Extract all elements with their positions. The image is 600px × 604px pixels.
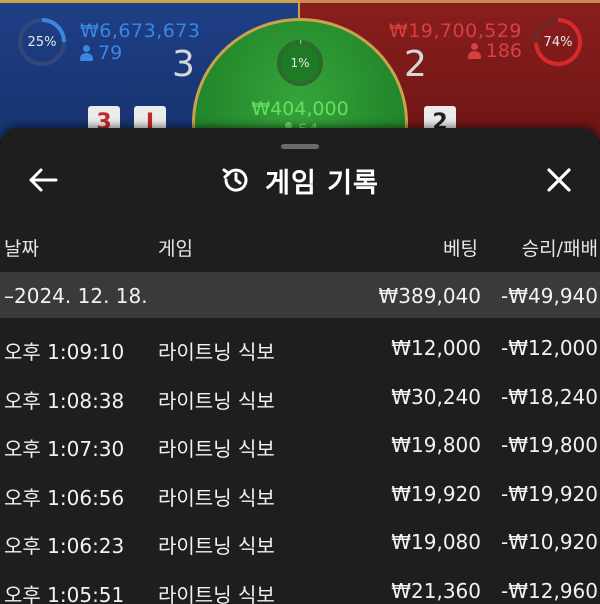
row-time: 오후 1:07:30 xyxy=(4,437,125,461)
banker-bettors: 186 xyxy=(467,40,522,62)
player-bettor-count: 79 xyxy=(98,42,123,64)
history-row[interactable]: 오후 1:05:51 라이트닝 식보 ₩21,360 -₩12,960 xyxy=(0,567,600,604)
tie-percent-ring: 1% xyxy=(275,38,325,88)
player-score: 3 xyxy=(172,44,195,85)
game-board: 25% ₩6,673,673 79 3 74% ₩19,700,529 186 … xyxy=(0,0,600,140)
close-button[interactable] xyxy=(538,160,580,200)
page-title: 게임 기록 xyxy=(265,167,379,199)
history-row[interactable]: 오후 1:06:56 라이트닝 식보 ₩19,920 -₩19,920 xyxy=(0,470,600,519)
row-bet: ₩19,800 xyxy=(391,433,481,457)
person-icon xyxy=(467,43,481,59)
row-game: 라이트닝 식보 xyxy=(158,437,275,461)
row-game: 라이트닝 식보 xyxy=(158,340,275,364)
history-list: 오후 1:09:10 라이트닝 식보 ₩12,000 -₩12,000 오후 1… xyxy=(0,324,600,604)
player-percent-ring: 25% xyxy=(16,16,68,68)
player-bettors: 79 xyxy=(80,42,122,64)
game-history-sheet: 게임 기록 날짜 게임 베팅 승리/패배 –2024. 12. 18. ₩389… xyxy=(0,128,600,604)
row-game: 라이트닝 식보 xyxy=(158,582,275,604)
column-header-game: 게임 xyxy=(158,238,193,260)
banker-percent: 74% xyxy=(543,34,573,50)
row-time: 오후 1:09:10 xyxy=(4,340,125,364)
row-result: -₩18,240 xyxy=(501,384,598,409)
row-bet: ₩19,080 xyxy=(391,530,481,554)
history-row[interactable]: 오후 1:07:30 라이트닝 식보 ₩19,800 -₩19,800 xyxy=(0,421,600,470)
board-border-right xyxy=(300,0,600,3)
date-group-label: –2024. 12. 18. xyxy=(4,284,148,308)
sheet-header: 게임 기록 xyxy=(0,158,600,202)
history-row[interactable]: 오후 1:09:10 라이트닝 식보 ₩12,000 -₩12,000 xyxy=(0,324,600,373)
column-header-date: 날짜 xyxy=(4,238,39,260)
player-bet-total: ₩6,673,673 xyxy=(80,20,201,42)
row-time: 오후 1:08:38 xyxy=(4,388,125,413)
column-header-bet: 베팅 xyxy=(443,238,478,260)
row-game: 라이트닝 식보 xyxy=(158,485,275,510)
row-result: -₩19,920 xyxy=(501,481,598,506)
tie-percent: 1% xyxy=(290,56,310,70)
player-percent: 25% xyxy=(27,34,57,50)
row-result: -₩19,800 xyxy=(501,433,598,457)
history-row[interactable]: 오후 1:08:38 라이트닝 식보 ₩30,240 -₩18,240 xyxy=(0,373,600,422)
banker-percent-ring: 74% xyxy=(532,16,584,68)
row-bet: ₩21,360 xyxy=(391,578,481,603)
date-group-row[interactable]: –2024. 12. 18. ₩389,040 -₩49,940 xyxy=(0,272,600,318)
row-game: 라이트닝 식보 xyxy=(158,388,275,413)
sheet-drag-handle[interactable] xyxy=(281,144,319,149)
row-game: 라이트닝 식보 xyxy=(158,534,275,558)
banker-bettor-count: 186 xyxy=(485,40,522,62)
history-icon xyxy=(222,168,248,192)
banker-score: 2 xyxy=(404,44,427,85)
row-result: -₩12,960 xyxy=(501,578,598,603)
banker-bet-total: ₩19,700,529 xyxy=(388,20,522,42)
row-time: 오후 1:06:56 xyxy=(4,485,125,510)
column-header-result: 승리/패배 xyxy=(521,238,598,260)
person-icon xyxy=(80,45,93,61)
date-group-result: -₩49,940 xyxy=(501,284,598,308)
row-time: 오후 1:06:23 xyxy=(4,534,125,558)
row-result: -₩10,920 xyxy=(501,530,598,554)
row-bet: ₩19,920 xyxy=(391,481,481,506)
row-result: -₩12,000 xyxy=(501,336,598,360)
row-bet: ₩30,240 xyxy=(391,384,481,409)
close-icon xyxy=(547,168,571,192)
history-row[interactable]: 오후 1:06:23 라이트닝 식보 ₩19,080 -₩10,920 xyxy=(0,518,600,567)
row-bet: ₩12,000 xyxy=(391,336,481,360)
date-group-bet: ₩389,040 xyxy=(378,284,481,308)
row-time: 오후 1:05:51 xyxy=(4,582,125,604)
